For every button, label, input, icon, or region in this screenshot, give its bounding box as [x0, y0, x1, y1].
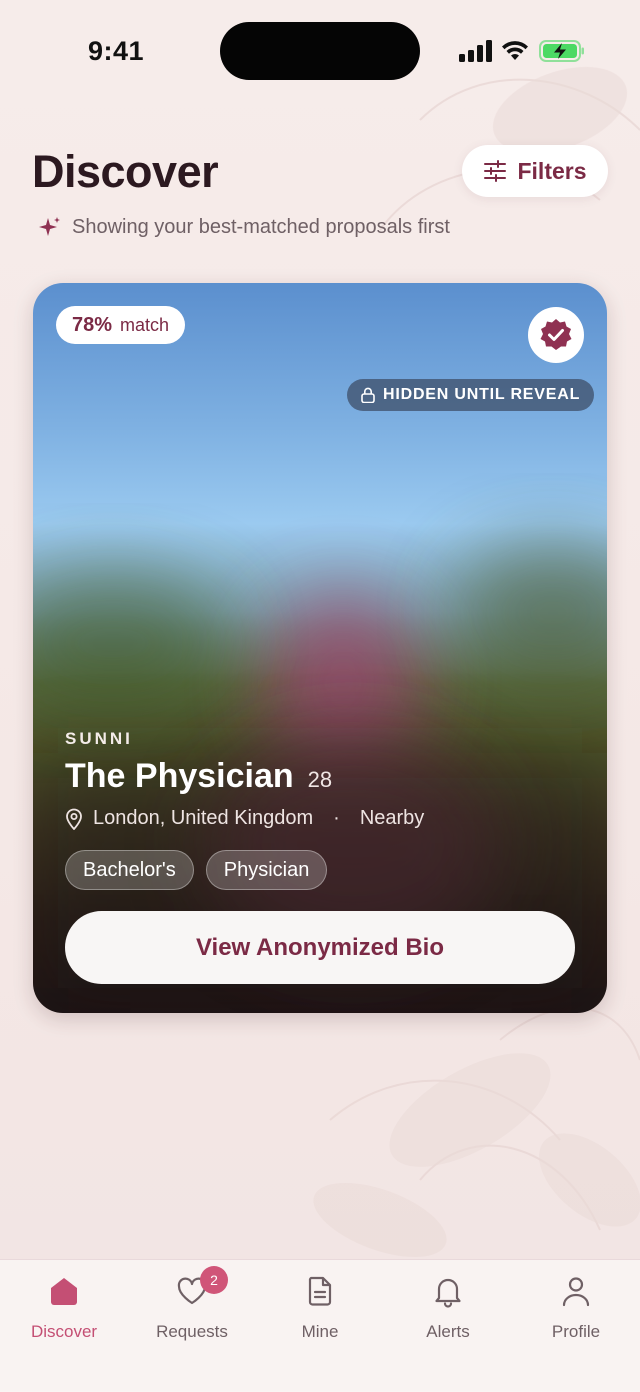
view-anonymized-bio-button[interactable]: View Anonymized Bio: [65, 911, 575, 984]
bottom-tab-bar: Discover 2 Requests Mine Alerts Profile: [0, 1259, 640, 1392]
subtitle: Showing your best-matched proposals firs…: [38, 215, 450, 239]
tag-chip-profession: Physician: [205, 850, 328, 890]
dynamic-island: [220, 22, 420, 80]
tab-requests[interactable]: 2 Requests: [128, 1260, 256, 1360]
filters-button[interactable]: Filters: [462, 145, 608, 197]
requests-badge: 2: [200, 1266, 228, 1294]
bell-icon: [435, 1278, 461, 1308]
verified-check-icon: [540, 319, 572, 350]
community-label: SUNNI: [65, 729, 133, 748]
subtitle-text: Showing your best-matched proposals firs…: [72, 215, 450, 238]
tag-chip-education: Bachelor's: [65, 850, 194, 890]
status-bar: 9:41: [0, 0, 640, 100]
home-icon: [51, 1278, 77, 1305]
lock-icon: [361, 387, 375, 403]
separator-dot: ·: [333, 807, 340, 829]
match-percent: 78%: [72, 313, 113, 336]
tab-alerts[interactable]: Alerts: [384, 1260, 512, 1360]
tab-label: Mine: [301, 1322, 339, 1341]
sparkles-icon: [39, 217, 60, 236]
match-badge: 78% match: [56, 306, 186, 344]
tab-label: Requests: [156, 1322, 228, 1341]
status-time: 9:41: [88, 36, 145, 66]
page-title: Discover: [32, 146, 219, 197]
name-row: The Physician 28: [65, 757, 332, 796]
location-row: London, United Kingdom · Nearby: [65, 807, 424, 830]
verified-badge: [528, 307, 584, 363]
tab-label: Discover: [30, 1322, 98, 1341]
document-icon: [308, 1276, 332, 1306]
match-word: match: [120, 314, 170, 335]
profile-age: 28: [307, 767, 333, 792]
person-icon: [562, 1277, 590, 1307]
tab-profile[interactable]: Profile: [512, 1260, 640, 1360]
hidden-label: HIDDEN UNTIL REVEAL: [383, 386, 581, 403]
tag-chips: Bachelor's Physician: [65, 850, 328, 890]
tab-discover[interactable]: Discover: [0, 1260, 128, 1360]
proximity-text: Nearby: [359, 807, 425, 829]
tab-label: Alerts: [426, 1322, 470, 1341]
filters-label: Filters: [517, 157, 587, 184]
profile-name: The Physician: [65, 757, 294, 795]
wifi-icon: [502, 41, 528, 60]
tab-label: Profile: [551, 1322, 601, 1341]
hidden-until-reveal-badge: HIDDEN UNTIL REVEAL: [347, 379, 595, 411]
proposal-card[interactable]: 78% match HIDDEN UNTIL REVEAL SUNNI The …: [33, 283, 607, 1013]
cellular-signal-icon: [459, 40, 492, 62]
location-pin-icon: [66, 808, 82, 830]
battery-charging-icon: [539, 40, 584, 62]
tab-mine[interactable]: Mine: [256, 1260, 384, 1360]
sliders-icon: [484, 160, 507, 182]
location-text: London, United Kingdom: [93, 807, 314, 829]
